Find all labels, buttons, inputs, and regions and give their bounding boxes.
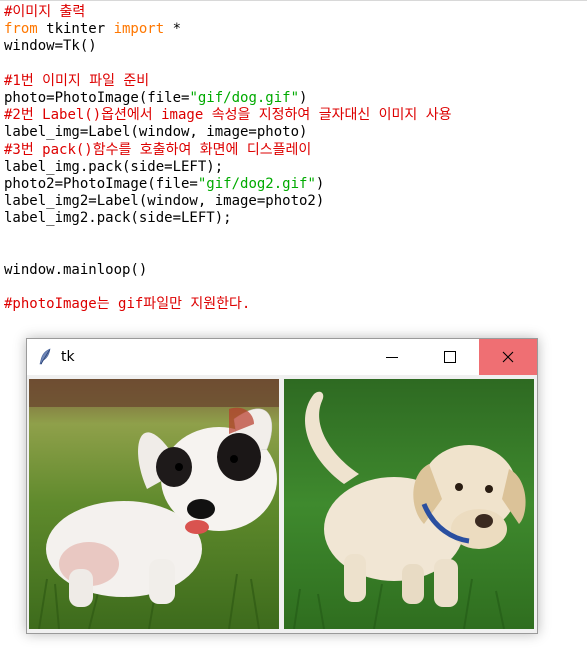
code-line[interactable]: #1번 이미지 파일 준비 — [4, 73, 149, 90]
code-token-normal: window=Tk() — [4, 38, 97, 55]
code-editor[interactable]: #이미지 출력 from tkinter import * window=Tk() #… — [0, 0, 587, 331]
code-token-keyword: import — [113, 21, 165, 38]
code-line[interactable]: photo2=PhotoImage(file="gif/dog2.gif") — [4, 176, 324, 193]
code-token-normal: label_img2.pack(side=LEFT); — [4, 210, 232, 227]
code-line[interactable]: window=Tk() — [4, 38, 97, 55]
minimize-icon — [386, 356, 398, 358]
code-line[interactable]: #2번 Label()옵션에서 image 속성을 지정하여 글자대신 이미지 … — [4, 107, 451, 124]
code-token-normal: ) — [315, 176, 325, 192]
code-token-normal: * — [164, 21, 182, 38]
dog-photo-label — [29, 379, 279, 629]
code-line[interactable]: photo=PhotoImage(file="gif/dog.gif") — [4, 90, 307, 107]
code-line[interactable]: label_img.pack(side=LEFT); — [4, 159, 223, 176]
code-token-normal: label_img2=Label(window, image=photo2) — [4, 193, 325, 210]
code-token-normal: label_img.pack(side=LEFT); — [4, 158, 224, 175]
dog2-photo-label — [284, 379, 534, 629]
close-icon — [502, 351, 514, 363]
code-token-normal: tkinter — [37, 21, 114, 38]
maximize-button[interactable] — [421, 339, 479, 375]
code-token-string: "gif/dog.gif" — [189, 90, 300, 106]
code-line[interactable]: #photoImage는 gif파일만 지원한다. — [4, 296, 250, 313]
close-button[interactable] — [479, 339, 537, 375]
code-token-string: "gif/dog2.gif" — [197, 176, 316, 192]
code-token-normal: label_img=Label(window, image=photo) — [4, 124, 308, 141]
code-token-normal: photo=PhotoImage(file= — [4, 90, 190, 106]
code-token-comment: #1번 이미지 파일 준비 — [4, 72, 150, 89]
code-token-comment: #2번 Label()옵션에서 image 속성을 지정하여 글자대신 이미지 … — [4, 107, 452, 124]
title-bar[interactable]: tk — [27, 339, 537, 375]
dog2-photo-image — [284, 379, 534, 629]
maximize-icon — [444, 351, 456, 363]
code-token-normal: window.mainloop() — [4, 262, 148, 278]
code-line[interactable]: #이미지 출력 — [4, 4, 85, 21]
code-token-normal: photo2=PhotoImage(file= — [4, 176, 198, 192]
code-token-normal: ) — [299, 90, 308, 106]
code-token-comment: #3번 pack()함수를 호출하여 화면에 디스플레이 — [4, 141, 312, 158]
code-line[interactable]: window.mainloop() — [4, 262, 147, 279]
code-line[interactable]: from tkinter import * — [4, 21, 181, 38]
dog-photo-image — [29, 379, 279, 629]
feather-icon — [39, 348, 51, 365]
tk-window[interactable]: tk — [26, 338, 538, 634]
code-line[interactable]: label_img2.pack(side=LEFT); — [4, 210, 232, 227]
window-title: tk — [61, 349, 75, 365]
code-line[interactable]: label_img=Label(window, image=photo) — [4, 124, 307, 141]
code-token-keyword: from — [4, 21, 38, 38]
code-line[interactable]: label_img2=Label(window, image=photo2) — [4, 193, 324, 210]
code-line[interactable]: #3번 pack()함수를 호출하여 화면에 디스플레이 — [4, 142, 311, 159]
code-token-comment: #photoImage는 gif파일만 지원한다. — [4, 296, 251, 313]
minimize-button[interactable] — [363, 339, 421, 375]
code-token-comment: #이미지 출력 — [4, 4, 86, 20]
